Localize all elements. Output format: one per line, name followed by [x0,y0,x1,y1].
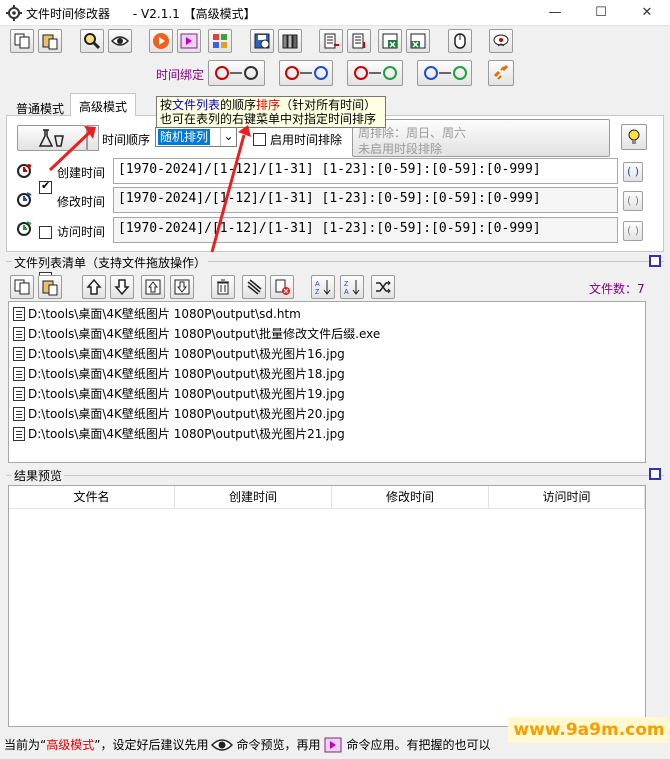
list-item[interactable]: D:\tools\桌面\4K壁纸图片 1080P\output\极光图片18.j… [9,364,645,384]
watermark: www.9a9m.com [508,717,670,743]
file-path: D:\tools\桌面\4K壁纸图片 1080P\output\sd.htm [28,307,301,321]
file-icon [13,307,25,321]
list-item[interactable]: D:\tools\桌面\4K壁纸图片 1080P\output\极光图片16.j… [9,344,645,364]
list-item[interactable]: D:\tools\桌面\4K壁纸图片 1080P\output\极光图片20.j… [9,404,645,424]
list-item[interactable]: D:\tools\桌面\4K壁纸图片 1080P\output\批量修改文件后缀… [9,324,645,344]
file-list-section-title: 文件列表清单（支持文件拖放操作） [12,254,209,271]
preview-divider [6,475,664,476]
move-up-icon[interactable] [141,275,165,299]
preview-table-header: 文件名 创建时间 修改时间 访问时间 [9,486,645,509]
list-item[interactable]: D:\tools\桌面\4K壁纸图片 1080P\output\sd.htm [9,304,645,324]
move-top-icon[interactable] [82,275,106,299]
file-path: D:\tools\桌面\4K壁纸图片 1080P\output\批量修改文件后缀… [28,327,381,341]
file-path: D:\tools\桌面\4K壁纸图片 1080P\output\极光图片19.j… [28,387,345,401]
file-icon [13,387,25,401]
sort-za-icon[interactable]: ZA [340,275,364,299]
svg-text:A: A [344,289,349,296]
file-list[interactable]: D:\tools\桌面\4K壁纸图片 1080P\output\sd.htm D… [8,301,646,463]
move-down-icon[interactable] [110,275,134,299]
preview-table[interactable]: 文件名 创建时间 修改时间 访问时间 [8,485,646,727]
file-path: D:\tools\桌面\4K壁纸图片 1080P\output\极光图片20.j… [28,407,345,421]
column-header-created[interactable]: 创建时间 [175,486,332,508]
status-text: 命令应用。有把握的也可以 [346,738,491,752]
file-icon [13,407,25,421]
expand-icon[interactable] [649,468,661,480]
delete-icon[interactable] [211,275,235,299]
clear-list-icon[interactable] [270,275,294,299]
expand-icon[interactable] [649,255,661,267]
column-header-filename[interactable]: 文件名 [9,486,175,508]
file-path: D:\tools\桌面\4K壁纸图片 1080P\output\极光图片16.j… [28,347,345,361]
file-icon [13,347,25,361]
move-bottom-icon[interactable] [170,275,194,299]
file-path: D:\tools\桌面\4K壁纸图片 1080P\output\极光图片21.j… [28,427,345,441]
annotation-arrows [48,125,251,253]
eye-preview-icon [211,739,234,751]
column-header-accessed[interactable]: 访问时间 [489,486,645,508]
svg-text:A: A [315,281,320,288]
paste-list-icon[interactable] [38,275,62,299]
status-text: ”，设定好后建议先用 [94,738,209,752]
status-mode-text: 高级模式 [46,738,95,752]
clean-icon[interactable] [242,275,266,299]
sort-az-icon[interactable]: AZ [311,275,335,299]
svg-text:Z: Z [344,281,349,288]
file-path: D:\tools\桌面\4K壁纸图片 1080P\output\极光图片18.j… [28,367,345,381]
status-text: 命令预览，再用 [236,738,321,752]
file-icon [13,367,25,381]
file-count: 文件数：7 [589,282,645,296]
copy-list-icon[interactable] [10,275,34,299]
column-header-modified[interactable]: 修改时间 [332,486,489,508]
shuffle-icon[interactable] [371,275,395,299]
file-icon [13,427,25,441]
status-text: 当前为“ [4,738,47,752]
list-item[interactable]: D:\tools\桌面\4K壁纸图片 1080P\output\极光图片19.j… [9,384,645,404]
list-item[interactable]: D:\tools\桌面\4K壁纸图片 1080P\output\极光图片21.j… [9,424,645,444]
apply-icon [324,737,342,753]
preview-section-title: 结果预览 [12,467,65,484]
file-icon [13,327,25,341]
svg-text:Z: Z [315,289,320,296]
